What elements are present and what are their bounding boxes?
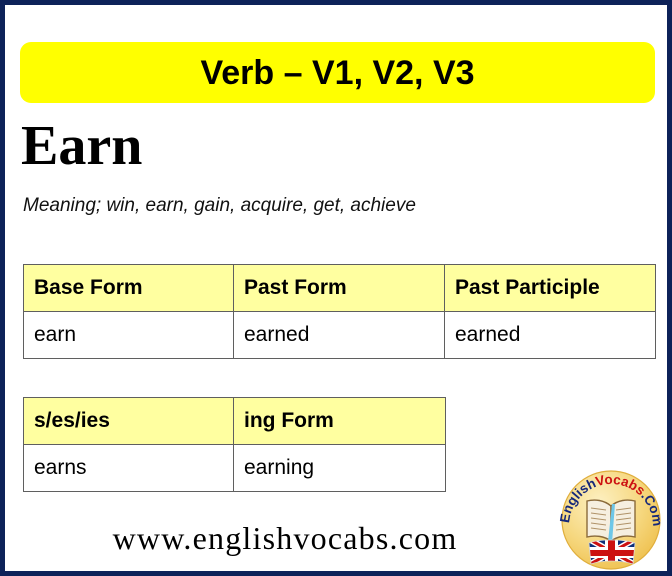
headword: Earn [21,115,143,177]
infographic-page: Verb – V1, V2, V3 Earn Meaning; win, ear… [0,0,672,576]
column-header-base-form: Base Form [23,264,234,312]
cell-past-participle: earned [444,311,656,359]
column-header-past-form: Past Form [233,264,445,312]
table-row-header: Base Form Past Form Past Participle [23,264,656,312]
cell-s-es-ies: earns [23,444,234,492]
table-row-header: s/es/ies ing Form [23,397,446,445]
table-row: earn earned earned [23,311,656,359]
verb-forms-table: Base Form Past Form Past Participle earn… [23,264,656,359]
cell-past-form: earned [233,311,445,359]
column-header-ing-form: ing Form [233,397,446,445]
verb-inflections-table: s/es/ies ing Form earns earning [23,397,446,492]
site-url: www.englishvocabs.com [112,520,458,556]
open-book-icon [586,499,636,543]
meaning-line: Meaning; win, earn, gain, acquire, get, … [23,195,416,216]
cell-ing-form: earning [233,444,446,492]
column-header-past-participle: Past Participle [444,264,656,312]
column-header-s-es-ies: s/es/ies [23,397,234,445]
banner-title: Verb – V1, V2, V3 [200,53,475,92]
table-row: earns earning [23,444,446,492]
englishvocabs-logo: EnglishVocabs.Com [555,464,667,571]
verb-forms-banner: Verb – V1, V2, V3 [20,42,655,103]
cell-base-form: earn [23,311,234,359]
